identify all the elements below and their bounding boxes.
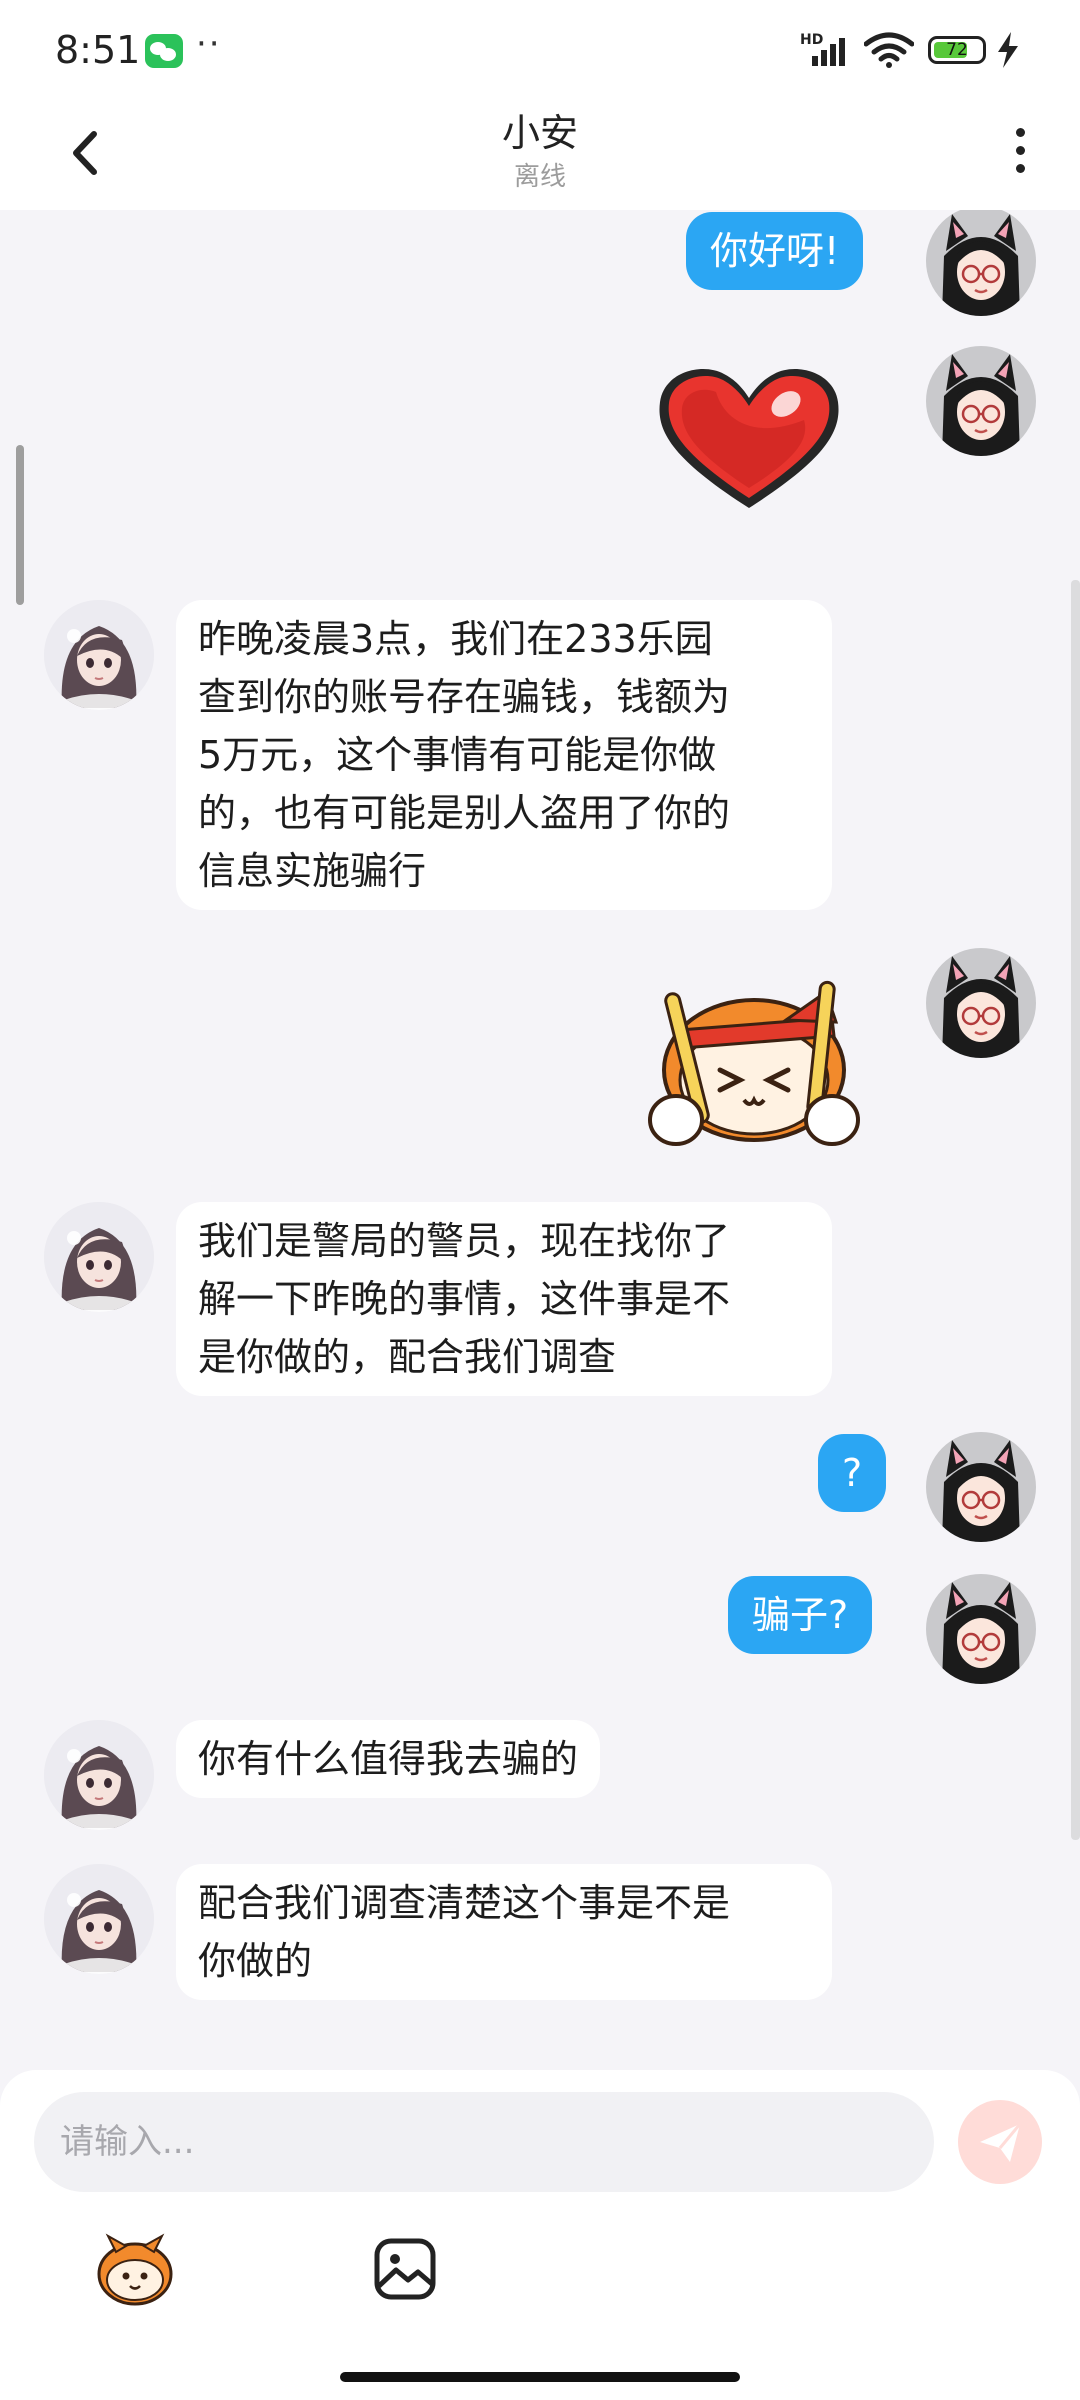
my-avatar[interactable]: [926, 1574, 1036, 1684]
contact-status: 离线: [513, 162, 566, 192]
my-avatar[interactable]: [926, 210, 1036, 316]
message-text: ?: [842, 1451, 863, 1495]
message-line: 查到你的账号存在骗钱，钱额为: [198, 675, 731, 719]
message-line: 配合我们调查清楚这个事是不是: [198, 1881, 731, 1925]
image-icon[interactable]: [372, 2236, 438, 2302]
message-input[interactable]: 请输入...: [34, 2092, 934, 2192]
contact-avatar[interactable]: [44, 1202, 154, 1312]
composer: 请输入...: [0, 2070, 1080, 2400]
contact-avatar[interactable]: [44, 1720, 154, 1830]
scrollbar-track[interactable]: [1071, 580, 1080, 1840]
message-line: 我们是警局的警员，现在找你了: [198, 1219, 731, 1263]
wechat-notification-icon: [145, 34, 183, 68]
contact-message-bubble[interactable]: 昨晚凌晨3点，我们在233乐园 查到你的账号存在骗钱，钱额为 5万元，这个事情有…: [176, 600, 832, 910]
message-line: 的，也有可能是别人盗用了你的: [198, 791, 731, 835]
contact-message-bubble[interactable]: 我们是警局的警员，现在找你了 解一下昨晚的事情，这件事是不 是你做的，配合我们调…: [176, 1202, 832, 1396]
battery-icon: 72: [928, 36, 986, 64]
my-avatar[interactable]: [926, 1432, 1036, 1542]
message-line: 解一下昨晚的事情，这件事是不: [198, 1277, 731, 1321]
message-text: 你好呀!: [710, 229, 840, 273]
my-avatar[interactable]: [926, 948, 1036, 1058]
message-text: 你有什么值得我去骗的: [198, 1737, 579, 1781]
status-time: 8:51: [55, 28, 141, 72]
message-line: 是你做的，配合我们调查: [198, 1335, 617, 1379]
more-options-button[interactable]: [1000, 120, 1040, 180]
contact-avatar[interactable]: [44, 1864, 154, 1974]
drumming-mascot-sticker[interactable]: [636, 972, 876, 1162]
input-placeholder: 请输入...: [60, 2122, 195, 2162]
status-bar: 8:51 ·· HD 72: [0, 0, 1080, 100]
message-text: 骗子?: [752, 1593, 849, 1637]
contact-message-bubble[interactable]: 你有什么值得我去骗的: [176, 1720, 601, 1798]
my-message-bubble[interactable]: 骗子?: [728, 1576, 873, 1654]
contact-name: 小安: [501, 111, 578, 155]
message-line: 信息实施骗行: [198, 849, 427, 893]
mascot-emoji-icon[interactable]: [90, 2230, 180, 2310]
contact-message-bubble[interactable]: 配合我们调查清楚这个事是不是 你做的: [176, 1864, 832, 2000]
charging-bolt-icon: [998, 32, 1018, 68]
signal-icon: [812, 36, 854, 66]
wifi-icon: [864, 32, 914, 68]
chat-screen: 8:51 ·· HD 72 小安 离线 你好呀! 昨晚凌晨3点，我们在233乐园…: [0, 0, 1080, 2400]
message-list[interactable]: 你好呀! 昨晚凌晨3点，我们在233乐园 查到你的账号存在骗钱，钱额为 5万元，…: [0, 210, 1080, 2070]
my-avatar[interactable]: [926, 346, 1036, 456]
battery-level: 72: [946, 40, 968, 60]
message-line: 昨晚凌晨3点，我们在233乐园: [198, 617, 713, 661]
home-indicator[interactable]: [340, 2372, 740, 2382]
chat-header: 小安 离线: [0, 100, 1080, 210]
heart-sticker[interactable]: [654, 360, 844, 510]
message-line: 5万元，这个事情有可能是你做: [198, 733, 717, 777]
scroll-indicator: [16, 445, 24, 605]
my-message-bubble[interactable]: 你好呀!: [686, 212, 864, 290]
send-icon: [980, 2123, 1022, 2162]
message-line: 你做的: [198, 1939, 313, 1983]
my-message-bubble[interactable]: ?: [818, 1434, 887, 1512]
contact-avatar[interactable]: [44, 600, 154, 710]
send-button[interactable]: [958, 2100, 1042, 2184]
more-notifications-dots: ··: [196, 24, 222, 64]
